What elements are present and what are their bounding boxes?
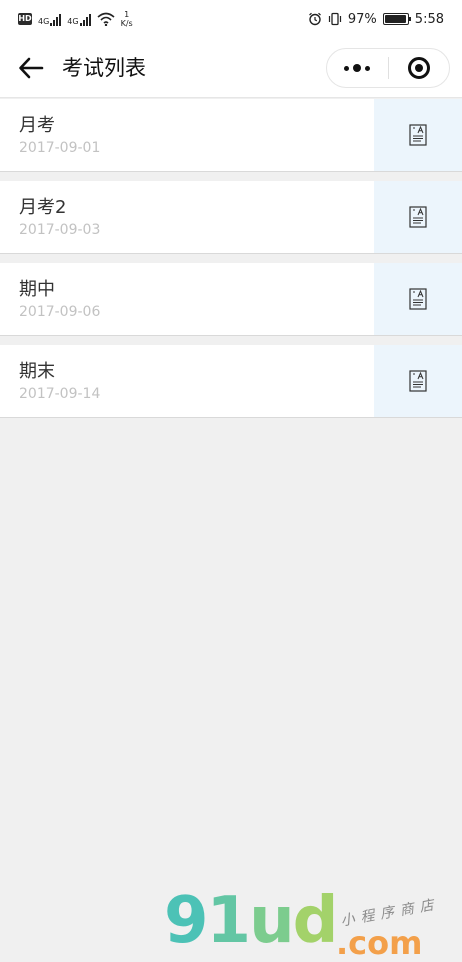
watermark-logo: 91ud <box>164 884 338 958</box>
hd-badge: HD <box>18 13 32 25</box>
document-icon <box>409 288 427 310</box>
exam-info[interactable]: 期末 2017-09-14 <box>0 345 374 417</box>
exam-report-button[interactable] <box>374 345 462 417</box>
exam-report-button[interactable] <box>374 99 462 171</box>
document-icon <box>409 370 427 392</box>
network-type-2: 4G <box>67 17 79 26</box>
exam-report-button[interactable] <box>374 181 462 253</box>
nav-bar: 考试列表 <box>0 38 462 98</box>
exam-name: 期中 <box>19 279 55 300</box>
speed-unit: K/s <box>120 19 133 28</box>
exam-date: 2017-09-14 <box>19 386 101 402</box>
status-bar: HD 4G 4G 1 K/s 97% 5:58 <box>0 0 462 38</box>
exam-row: 期中 2017-09-06 <box>0 263 462 336</box>
arrow-left-icon <box>19 57 44 79</box>
exam-list: 月考 2017-09-01 月考2 2017-09-03 期中 2017-09-06 期末 2… <box>0 99 462 427</box>
vibrate-icon <box>328 12 341 26</box>
signal-bars-icon <box>50 14 62 26</box>
document-icon <box>409 206 427 228</box>
watermark-domain: .com <box>336 924 423 962</box>
exam-row: 月考2 2017-09-03 <box>0 181 462 254</box>
watermark: 91ud 小程序商店 .com <box>160 880 460 962</box>
exam-info[interactable]: 月考 2017-09-01 <box>0 99 374 171</box>
exam-info[interactable]: 期中 2017-09-06 <box>0 263 374 335</box>
speed-value: 1 <box>124 10 130 19</box>
exam-info[interactable]: 月考2 2017-09-03 <box>0 181 374 253</box>
clock: 5:58 <box>414 11 444 27</box>
more-button[interactable] <box>327 49 388 87</box>
signal-bars-icon <box>79 14 91 26</box>
network-speed: 1 K/s <box>121 10 133 28</box>
exam-date: 2017-09-03 <box>19 222 101 238</box>
battery-percent: 97% <box>347 11 377 27</box>
status-right: 97% 5:58 <box>308 10 444 28</box>
exam-report-button[interactable] <box>374 263 462 335</box>
alarm-icon <box>308 12 321 26</box>
page-title: 考试列表 <box>62 56 146 80</box>
back-button[interactable] <box>14 53 48 83</box>
exam-date: 2017-09-06 <box>19 304 101 320</box>
exam-name: 月考2 <box>19 197 67 218</box>
status-left: HD 4G 4G 1 K/s <box>18 10 133 28</box>
target-icon <box>407 57 430 79</box>
cell-signal-1: 4G <box>38 12 62 26</box>
exam-row: 月考 2017-09-01 <box>0 99 462 172</box>
miniprogram-capsule <box>326 48 450 88</box>
more-dots-icon <box>344 64 371 72</box>
wifi-icon <box>97 12 115 26</box>
exam-row: 期末 2017-09-14 <box>0 345 462 418</box>
exam-name: 期末 <box>19 361 55 382</box>
exam-name: 月考 <box>19 115 55 136</box>
cell-signal-2: 4G <box>67 12 91 26</box>
network-type-1: 4G <box>38 17 50 26</box>
battery-icon <box>382 13 411 25</box>
battery-fill <box>384 15 407 23</box>
close-miniprogram-button[interactable] <box>389 49 450 87</box>
exam-date: 2017-09-01 <box>19 140 101 156</box>
document-icon <box>409 124 427 146</box>
